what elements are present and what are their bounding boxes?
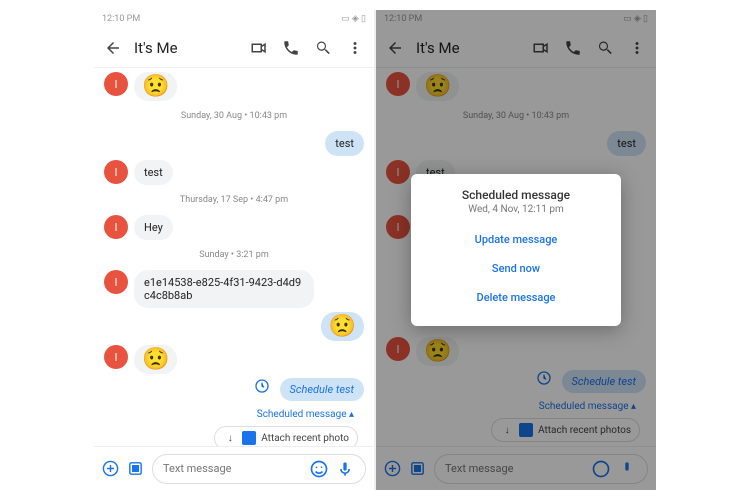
attach-chip: ↓ Attach recent photos bbox=[491, 418, 640, 442]
attach-label: Attach recent photo bbox=[261, 433, 349, 444]
dialog-subtitle: Wed, 4 Nov, 12:11 pm bbox=[421, 204, 611, 215]
avatar: I bbox=[104, 160, 128, 184]
text-input-pill[interactable] bbox=[152, 454, 366, 484]
photo-icon bbox=[519, 423, 533, 437]
scheduled-row: Schedule test bbox=[386, 370, 646, 393]
more-icon[interactable] bbox=[344, 37, 366, 59]
composer bbox=[376, 446, 656, 490]
chat-header: It's Me bbox=[376, 28, 656, 68]
search-icon[interactable] bbox=[312, 37, 334, 59]
status-bar: 12:10 PM ▭ ◈ ▯ bbox=[376, 10, 656, 28]
delete-message-button[interactable]: Delete message bbox=[421, 283, 611, 312]
status-icons: ▭ ◈ ▯ bbox=[341, 14, 366, 24]
back-icon[interactable] bbox=[102, 37, 124, 59]
chat-area[interactable]: I 😟 Sunday, 30 Aug • 10:43 pm test I tes… bbox=[94, 68, 374, 446]
more-icon[interactable] bbox=[626, 37, 648, 59]
status-icons: ▭ ◈ ▯ bbox=[623, 14, 648, 24]
scheduled-link[interactable]: Scheduled message ▴ bbox=[104, 409, 354, 420]
phone-left: 12:10 PM ▭ ◈ ▯ It's Me I 😟 Sunday, 30 Au… bbox=[94, 10, 374, 490]
attach-chip[interactable]: ↓ Attach recent photo bbox=[214, 426, 358, 446]
message-out[interactable]: 😟 bbox=[104, 312, 364, 341]
photo-icon bbox=[242, 431, 256, 445]
add-icon bbox=[384, 459, 401, 479]
call-icon[interactable] bbox=[280, 37, 302, 59]
emoji-sad: 😟 bbox=[134, 72, 177, 101]
avatar: I bbox=[386, 72, 410, 96]
chat-header: It's Me bbox=[94, 28, 374, 68]
clock-icon bbox=[536, 370, 552, 386]
back-icon[interactable] bbox=[384, 37, 406, 59]
avatar: I bbox=[386, 337, 410, 361]
dialog-title: Scheduled message bbox=[421, 188, 611, 202]
mic-icon[interactable] bbox=[335, 459, 355, 479]
message-in[interactable]: I 😟 bbox=[104, 72, 364, 101]
video-icon[interactable] bbox=[248, 37, 270, 59]
emoji-sad: 😟 bbox=[134, 345, 177, 374]
message-in[interactable]: I test bbox=[104, 160, 364, 185]
date-divider: Thursday, 17 Sep • 4:47 pm bbox=[104, 195, 364, 205]
chat-title: It's Me bbox=[416, 39, 520, 57]
emoji-sad: 😟 bbox=[321, 312, 364, 341]
date-divider: Sunday, 30 Aug • 10:43 pm bbox=[104, 111, 364, 121]
mic-icon bbox=[617, 459, 637, 479]
download-icon: ↓ bbox=[500, 423, 514, 437]
download-icon: ↓ bbox=[223, 431, 237, 445]
scheduled-row[interactable]: Schedule test bbox=[104, 378, 364, 401]
gallery-icon bbox=[409, 459, 426, 479]
scheduled-message-dialog: Scheduled message Wed, 4 Nov, 12:11 pm U… bbox=[411, 174, 621, 326]
avatar: I bbox=[104, 72, 128, 96]
emoji-icon bbox=[591, 459, 611, 479]
avatar: I bbox=[104, 270, 128, 294]
send-now-button[interactable]: Send now bbox=[421, 254, 611, 283]
message-in[interactable]: I Hey bbox=[104, 215, 364, 240]
scheduled-message-pill: Schedule test bbox=[280, 378, 364, 401]
message-in[interactable]: I 😟 bbox=[104, 345, 364, 374]
gallery-icon[interactable] bbox=[127, 459, 144, 479]
avatar: I bbox=[104, 215, 128, 239]
status-time: 12:10 PM bbox=[102, 14, 140, 24]
search-icon[interactable] bbox=[594, 37, 616, 59]
message-input bbox=[445, 462, 585, 475]
add-icon[interactable] bbox=[102, 459, 119, 479]
message-out[interactable]: test bbox=[104, 131, 364, 156]
status-time: 12:10 PM bbox=[384, 14, 422, 24]
update-message-button[interactable]: Update message bbox=[421, 225, 611, 254]
avatar: I bbox=[386, 160, 410, 184]
emoji-icon[interactable] bbox=[309, 459, 329, 479]
composer bbox=[94, 446, 374, 490]
avatar: I bbox=[104, 345, 128, 369]
phone-right: 12:10 PM ▭ ◈ ▯ It's Me I😟 Sunday, 30 Aug… bbox=[376, 10, 656, 490]
call-icon[interactable] bbox=[562, 37, 584, 59]
message-in[interactable]: I e1e14538-e825-4f31-9423-d4d9c4c8b8ab bbox=[104, 270, 364, 308]
clock-icon bbox=[254, 378, 270, 394]
status-bar: 12:10 PM ▭ ◈ ▯ bbox=[94, 10, 374, 28]
avatar: I bbox=[386, 215, 410, 239]
message-input[interactable] bbox=[163, 462, 303, 475]
chat-title: It's Me bbox=[134, 39, 238, 57]
date-divider: Sunday • 3:21 pm bbox=[104, 250, 364, 260]
video-icon[interactable] bbox=[530, 37, 552, 59]
